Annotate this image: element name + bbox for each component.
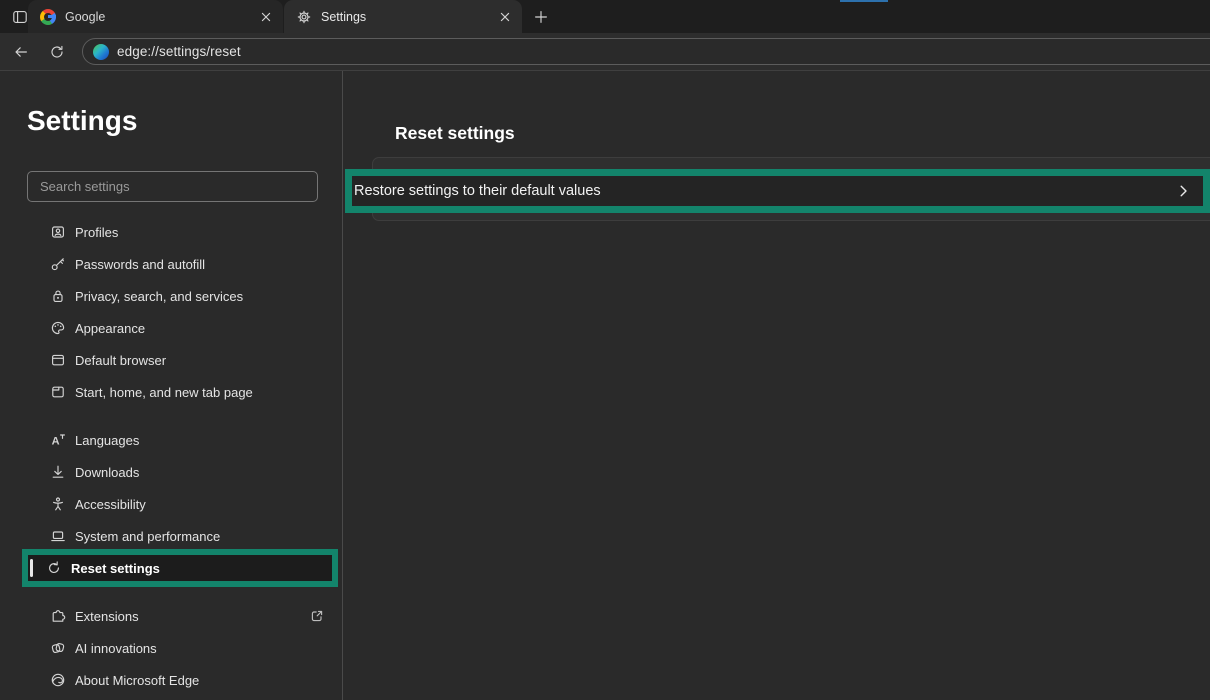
tab-settings[interactable]: Settings bbox=[284, 0, 522, 33]
tab-accent-line bbox=[840, 0, 888, 2]
sidebar-item-label: System and performance bbox=[75, 529, 220, 544]
sidebar-item-label: Privacy, search, and services bbox=[75, 289, 243, 304]
sidebar-item-start-home-newtab[interactable]: Start, home, and new tab page bbox=[22, 376, 337, 408]
browser-toolbar: edge://settings/reset bbox=[0, 33, 1210, 71]
sidebar-group: Extensions AI innovations bbox=[0, 600, 343, 696]
sidebar-item-label: Default browser bbox=[75, 353, 166, 368]
sidebar-item-privacy[interactable]: Privacy, search, and services bbox=[22, 280, 337, 312]
translate-icon: A bbox=[50, 432, 66, 448]
plus-icon bbox=[533, 9, 549, 25]
puzzle-icon bbox=[50, 608, 66, 624]
google-favicon bbox=[40, 9, 56, 25]
sidebar-item-passwords[interactable]: Passwords and autofill bbox=[22, 248, 337, 280]
sidebar-item-about-edge[interactable]: About Microsoft Edge bbox=[22, 664, 337, 696]
sidebar-item-reset-settings[interactable]: Reset settings bbox=[71, 561, 160, 576]
sidebar-item-ai-innovations[interactable]: AI innovations bbox=[22, 632, 337, 664]
sidebar-item-extensions[interactable]: Extensions bbox=[22, 600, 337, 632]
sidebar-item-system-performance[interactable]: System and performance bbox=[22, 520, 337, 552]
sidebar-item-label: Accessibility bbox=[75, 497, 146, 512]
palette-icon bbox=[50, 320, 66, 336]
profiles-icon bbox=[50, 224, 66, 240]
sidebar-item-label: Passwords and autofill bbox=[75, 257, 205, 272]
sidebar-title: Settings bbox=[27, 105, 137, 137]
annotation-highlight-main: Restore settings to their default values bbox=[345, 169, 1210, 213]
chevron-right-icon bbox=[1175, 183, 1191, 199]
sidebar-item-label: About Microsoft Edge bbox=[75, 673, 199, 688]
sidebar-item-appearance[interactable]: Appearance bbox=[22, 312, 337, 344]
reload-button[interactable] bbox=[44, 39, 70, 65]
sidebar-item-profiles[interactable]: Profiles bbox=[22, 216, 337, 248]
annotation-highlight-sidebar: Reset settings bbox=[22, 549, 338, 587]
key-icon bbox=[50, 256, 66, 272]
tab-title: Settings bbox=[321, 10, 496, 24]
sidebar-item-label: Start, home, and new tab page bbox=[75, 385, 253, 400]
page-title: Reset settings bbox=[395, 123, 515, 144]
sidebar-item-label: AI innovations bbox=[75, 641, 157, 656]
browser-window-icon bbox=[50, 352, 66, 368]
sidebar-item-label: Profiles bbox=[75, 225, 118, 240]
tab-close-button[interactable] bbox=[496, 8, 514, 26]
external-link-icon bbox=[309, 608, 325, 624]
restore-defaults-row[interactable]: Restore settings to their default values bbox=[352, 183, 601, 199]
sidebar-item-label: Extensions bbox=[75, 609, 139, 624]
sidebar-item-default-browser[interactable]: Default browser bbox=[22, 344, 337, 376]
sidebar-item-languages[interactable]: A Languages bbox=[22, 424, 337, 456]
sidebar-item-label: Appearance bbox=[75, 321, 145, 336]
selected-indicator bbox=[30, 559, 33, 577]
laptop-icon bbox=[50, 528, 66, 544]
sidebar-item-label: Languages bbox=[75, 433, 139, 448]
new-tab-button[interactable] bbox=[530, 6, 552, 28]
copilot-icon bbox=[50, 640, 66, 656]
tab-title: Google bbox=[65, 10, 257, 24]
sidebar-item-label: Downloads bbox=[75, 465, 139, 480]
download-icon bbox=[50, 464, 66, 480]
address-bar[interactable]: edge://settings/reset bbox=[82, 38, 1210, 65]
new-tab-page-icon bbox=[50, 384, 66, 400]
edge-logo-icon bbox=[50, 672, 66, 688]
close-icon bbox=[258, 9, 274, 25]
sidebar-item-downloads[interactable]: Downloads bbox=[22, 456, 337, 488]
tab-close-button[interactable] bbox=[257, 8, 275, 26]
tab-layout-icon bbox=[12, 9, 28, 25]
reset-icon bbox=[46, 560, 62, 576]
tab-google[interactable]: Google bbox=[28, 0, 283, 33]
settings-main-pane: Reset settings Restore settings to their… bbox=[344, 71, 1210, 700]
settings-page: Settings Profiles Passwords and autofill bbox=[0, 71, 1210, 700]
tab-strip: Google Settings bbox=[0, 0, 1210, 33]
svg-text:A: A bbox=[52, 436, 60, 448]
edge-favicon bbox=[93, 44, 109, 60]
reload-icon bbox=[49, 44, 65, 60]
close-icon bbox=[497, 9, 513, 25]
accessibility-icon bbox=[50, 496, 66, 512]
sidebar-group: A Languages Downloads Accessibility bbox=[0, 424, 343, 584]
search-settings-input[interactable] bbox=[27, 171, 318, 202]
lock-icon bbox=[50, 288, 66, 304]
settings-sidebar: Settings Profiles Passwords and autofill bbox=[0, 71, 343, 700]
gear-icon bbox=[296, 9, 312, 25]
url-text: edge://settings/reset bbox=[117, 44, 241, 59]
sidebar-group: Profiles Passwords and autofill Privacy,… bbox=[0, 216, 343, 408]
back-button[interactable] bbox=[8, 39, 34, 65]
back-arrow-icon bbox=[13, 44, 29, 60]
sidebar-item-accessibility[interactable]: Accessibility bbox=[22, 488, 337, 520]
